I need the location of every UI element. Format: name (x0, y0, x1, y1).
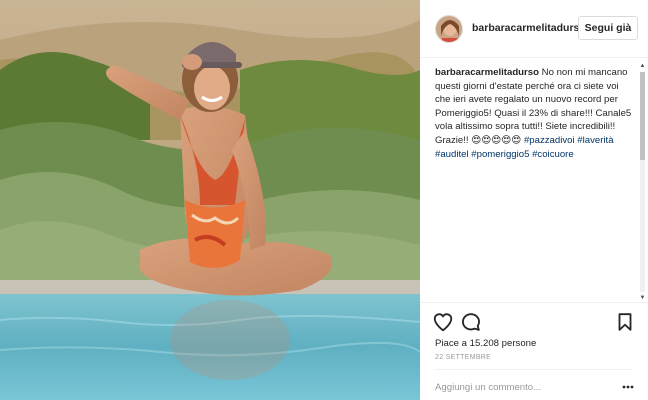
add-comment-section (435, 369, 635, 400)
comment-input[interactable] (435, 379, 605, 395)
hashtag-link[interactable]: #laverità (577, 135, 613, 146)
scroll-up-arrow-icon[interactable]: ▲ (639, 62, 646, 70)
post-image (0, 0, 420, 400)
comments-scrollbar[interactable]: ▲ ▼ (639, 62, 646, 302)
username-link[interactable]: barbaracarmelitadurso (472, 22, 586, 34)
caption-username[interactable]: barbaracarmelitadurso (435, 67, 539, 78)
heart-outline-icon[interactable] (432, 311, 454, 333)
avatar-image (436, 16, 462, 42)
avatar[interactable] (435, 15, 463, 43)
hashtag-link[interactable]: #auditel (435, 149, 469, 160)
caption: barbaracarmelitadurso No non mi mancano … (435, 66, 632, 161)
following-button[interactable]: Segui già (578, 16, 638, 40)
comments-area: barbaracarmelitadurso No non mi mancano … (420, 58, 648, 302)
hashtag-link[interactable]: #pomeriggio5 (471, 149, 529, 160)
instagram-post: barbaracarmelitadurso Segui già barbarac… (0, 0, 648, 400)
post-photo[interactable] (0, 0, 420, 400)
scrollbar-thumb[interactable] (640, 72, 645, 160)
post-date[interactable]: 22 SETTEMBRE (435, 354, 491, 361)
post-header: barbaracarmelitadurso Segui già (420, 0, 648, 58)
hashtag-link[interactable]: #pazzadivoi (524, 135, 575, 146)
bookmark-icon[interactable] (614, 311, 636, 333)
ellipsis-icon[interactable] (621, 380, 635, 394)
likes-count[interactable]: Piace a 15.208 persone (435, 338, 536, 349)
hashtag-link[interactable]: #coicuore (532, 149, 574, 160)
scroll-down-arrow-icon[interactable]: ▼ (639, 294, 646, 302)
post-details-panel: barbaracarmelitadurso Segui già barbarac… (420, 0, 648, 400)
speech-bubble-icon[interactable] (460, 311, 482, 333)
post-actions: Piace a 15.208 persone 22 SETTEMBRE (420, 302, 648, 400)
